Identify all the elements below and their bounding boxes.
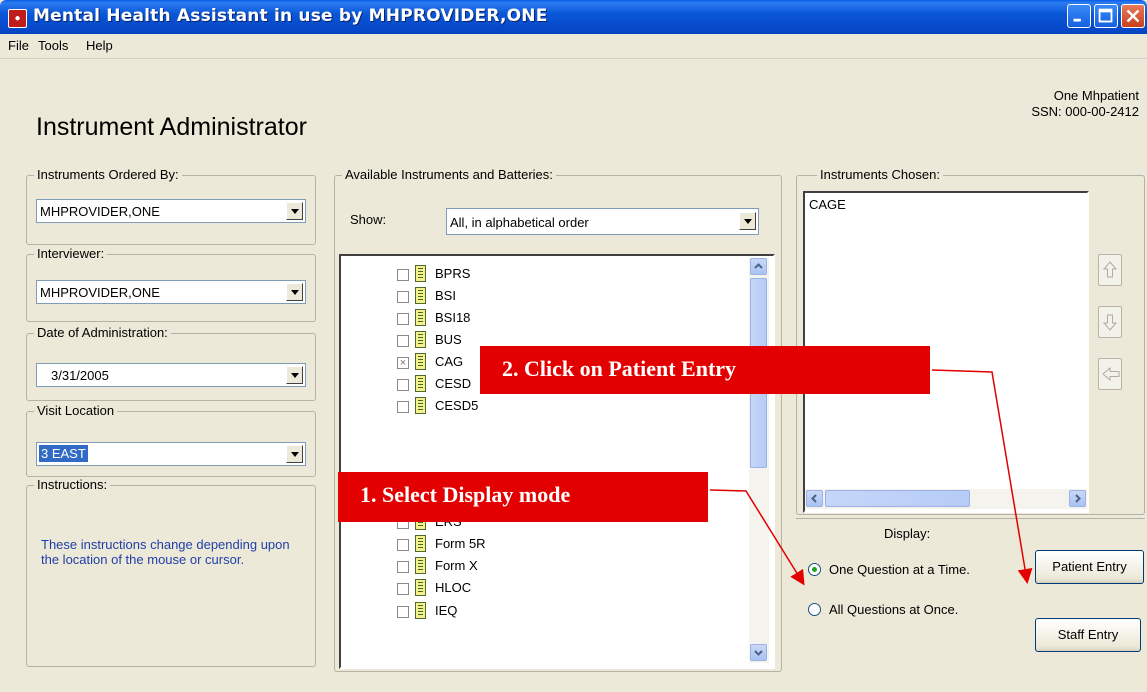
callout-arrows (709, 369, 1033, 586)
arrow-to-patient-entry (931, 369, 1033, 584)
arrow-to-display-radio (709, 489, 805, 586)
